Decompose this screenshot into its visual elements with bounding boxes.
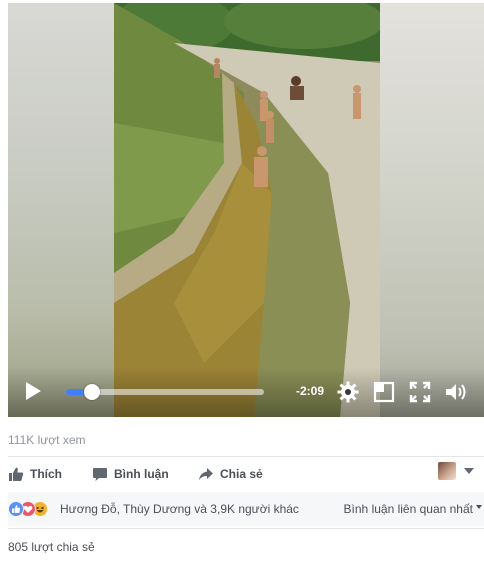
fullscreen-icon[interactable] bbox=[408, 380, 432, 404]
thumbs-up-icon bbox=[9, 467, 24, 481]
view-count: 111K lượt xem bbox=[8, 433, 86, 447]
share-label: Chia sẻ bbox=[220, 467, 263, 481]
avatar bbox=[438, 462, 456, 480]
comment-sort-label: Bình luận liên quan nhất bbox=[343, 502, 473, 516]
comment-icon bbox=[93, 468, 107, 481]
chevron-down-icon bbox=[476, 505, 482, 509]
chevron-down-icon bbox=[464, 468, 474, 474]
action-bar: Thích Bình luận Chia sẻ bbox=[8, 458, 484, 488]
like-label: Thích bbox=[30, 467, 62, 481]
video-frame bbox=[114, 3, 380, 417]
video-blur-left bbox=[8, 3, 114, 417]
picture-in-picture-icon[interactable] bbox=[372, 380, 396, 404]
divider bbox=[8, 528, 484, 529]
like-button[interactable]: Thích bbox=[8, 464, 62, 484]
post-as-selector[interactable] bbox=[438, 462, 474, 480]
progress-scrubber[interactable] bbox=[83, 384, 100, 400]
video-player[interactable]: -2:09 bbox=[8, 3, 484, 417]
progress-bar[interactable] bbox=[66, 384, 264, 400]
reactions-bar: Hương Đỗ, Thùy Dương và 3,9K người khác … bbox=[8, 492, 484, 526]
gear-icon[interactable] bbox=[336, 380, 360, 404]
share-button[interactable]: Chia sẻ bbox=[198, 464, 263, 484]
like-reaction-icon bbox=[8, 501, 24, 517]
video-post: -2:09 111K lượt xem Thích Bình luận Chia… bbox=[0, 0, 484, 562]
reaction-icons[interactable] bbox=[8, 501, 56, 517]
share-count[interactable]: 805 lượt chia sẻ bbox=[8, 540, 95, 554]
comment-label: Bình luận bbox=[114, 467, 169, 481]
time-remaining: -2:09 bbox=[296, 384, 325, 398]
share-arrow-icon bbox=[199, 468, 213, 480]
divider bbox=[8, 456, 484, 457]
video-blur-right bbox=[380, 3, 484, 417]
volume-icon[interactable] bbox=[444, 380, 468, 404]
comment-sort-dropdown[interactable]: Bình luận liên quan nhất bbox=[344, 502, 482, 516]
play-icon[interactable] bbox=[24, 381, 42, 401]
reactors-summary[interactable]: Hương Đỗ, Thùy Dương và 3,9K người khác bbox=[60, 502, 299, 516]
comment-button[interactable]: Bình luận bbox=[92, 464, 169, 484]
video-controls: -2:09 bbox=[8, 367, 484, 417]
